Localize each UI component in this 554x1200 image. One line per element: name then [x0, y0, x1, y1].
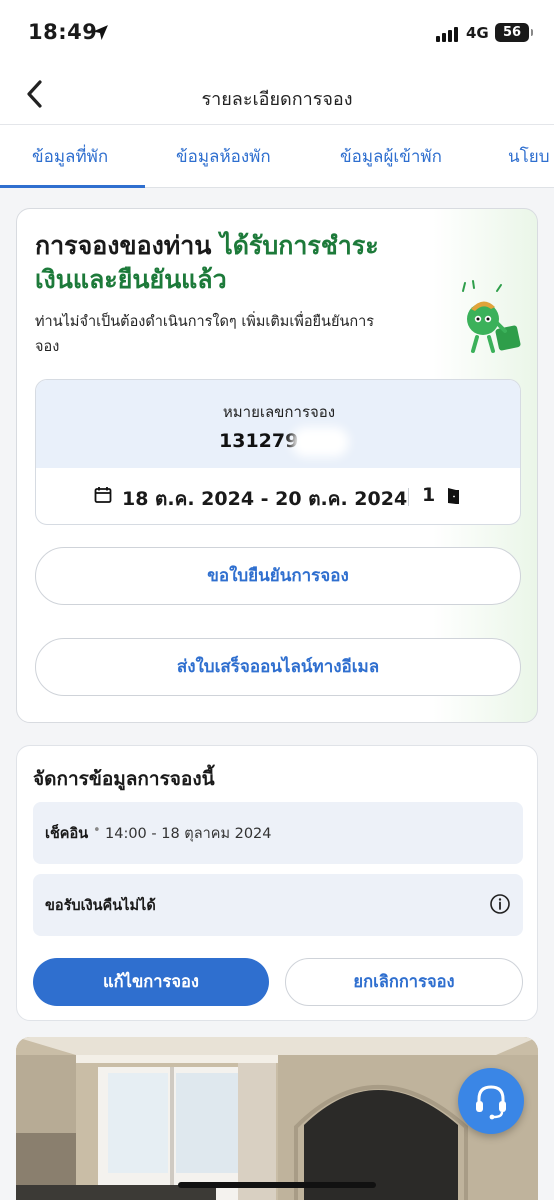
- battery-icon: 56: [495, 23, 533, 42]
- tab-guest-info[interactable]: ข้อมูลผู้เข้าพัก: [340, 143, 442, 170]
- email-receipt-button[interactable]: ส่งใบเสร็จออนไลน์ทางอีเมล: [35, 638, 521, 696]
- network-label: 4G: [466, 24, 489, 42]
- heading-highlight-1: ได้รับการชำระ: [220, 231, 379, 260]
- active-tab-indicator: [0, 185, 145, 188]
- booking-details-screen: 18:49 4G 56 รายละเอียดการจอง ข้อมูลที่พั…: [0, 0, 554, 1200]
- mascot-illustration-icon: [462, 280, 521, 353]
- heading-highlight-2: เงินและยืนยันแล้ว: [35, 265, 227, 294]
- home-indicator: [178, 1182, 376, 1188]
- tab-bar: ข้อมูลที่พัก ข้อมูลห้องพัก ข้อมูลผู้เข้า…: [0, 124, 554, 188]
- refund-policy-row: ขอรับเงินคืนไม่ได้: [33, 874, 523, 936]
- subtitle-line-1: ท่านไม่จำเป็นต้องดำเนินการใดๆ เพิ่มเติมเ…: [35, 314, 375, 330]
- separator-dot: •: [93, 823, 101, 838]
- tab-room-info[interactable]: ข้อมูลห้องพัก: [176, 143, 271, 170]
- manage-booking-card: จัดการข้อมูลการจองนี้ เช็คอิน • 14:00 - …: [16, 745, 538, 1021]
- location-arrow-icon: [93, 25, 108, 40]
- booking-summary-box: หมายเลขการจอง 131279 18 ต.ค. 2024 - 20 ต…: [35, 379, 521, 525]
- heading-prefix: การจองของท่าน: [35, 231, 212, 260]
- subtitle-line-2: จอง: [35, 339, 60, 355]
- confirmation-heading: การจองของท่าน ได้รับการชำระ เงินและยืนยั…: [35, 229, 465, 297]
- checkin-label: เช็คอิน: [45, 826, 89, 842]
- room-count: 1: [422, 484, 436, 506]
- calendar-icon: [94, 487, 112, 503]
- divider: [408, 488, 409, 506]
- manage-booking-title: จัดการข้อมูลการจองนี้: [33, 768, 215, 790]
- stay-dates-row: 18 ต.ค. 2024 - 20 ต.ค. 2024 1: [36, 468, 520, 524]
- info-icon[interactable]: [489, 893, 511, 915]
- cancel-booking-button[interactable]: ยกเลิกการจอง: [285, 958, 523, 1006]
- confirmation-subtitle: ท่านไม่จำเป็นต้องดำเนินการใดๆ เพิ่มเติมเ…: [35, 310, 465, 360]
- status-bar: 18:49 4G 56: [0, 0, 554, 64]
- nav-header: รายละเอียดการจอง: [0, 64, 554, 124]
- checkin-row: เช็คอิน • 14:00 - 18 ตุลาคม 2024: [33, 802, 523, 864]
- booking-number: 131279: [219, 430, 299, 452]
- tab-policy[interactable]: นโยบ: [508, 143, 550, 170]
- door-icon: [448, 488, 459, 504]
- page-title: รายละเอียดการจอง: [201, 89, 353, 110]
- tab-property-info[interactable]: ข้อมูลที่พัก: [32, 143, 108, 170]
- signal-icon: [436, 27, 458, 42]
- headset-icon: [476, 1085, 506, 1120]
- booking-number-label: หมายเลขการจอง: [222, 403, 336, 421]
- edit-booking-button[interactable]: แก้ไขการจอง: [33, 958, 269, 1006]
- request-confirmation-button[interactable]: ขอใบยืนยันการจอง: [35, 547, 521, 605]
- stay-dates: 18 ต.ค. 2024 - 20 ต.ค. 2024: [122, 488, 408, 510]
- checkin-value: 14:00 - 18 ตุลาคม 2024: [105, 826, 272, 842]
- customer-support-button[interactable]: [458, 1068, 524, 1134]
- booking-number-section: หมายเลขการจอง 131279: [36, 380, 520, 468]
- refund-policy-label: ขอรับเงินคืนไม่ได้: [45, 898, 156, 914]
- booking-confirmation-card: การจองของท่าน ได้รับการชำระ เงินและยืนยั…: [16, 208, 538, 723]
- redaction-blur: [291, 427, 349, 457]
- status-time: 18:49: [28, 20, 98, 44]
